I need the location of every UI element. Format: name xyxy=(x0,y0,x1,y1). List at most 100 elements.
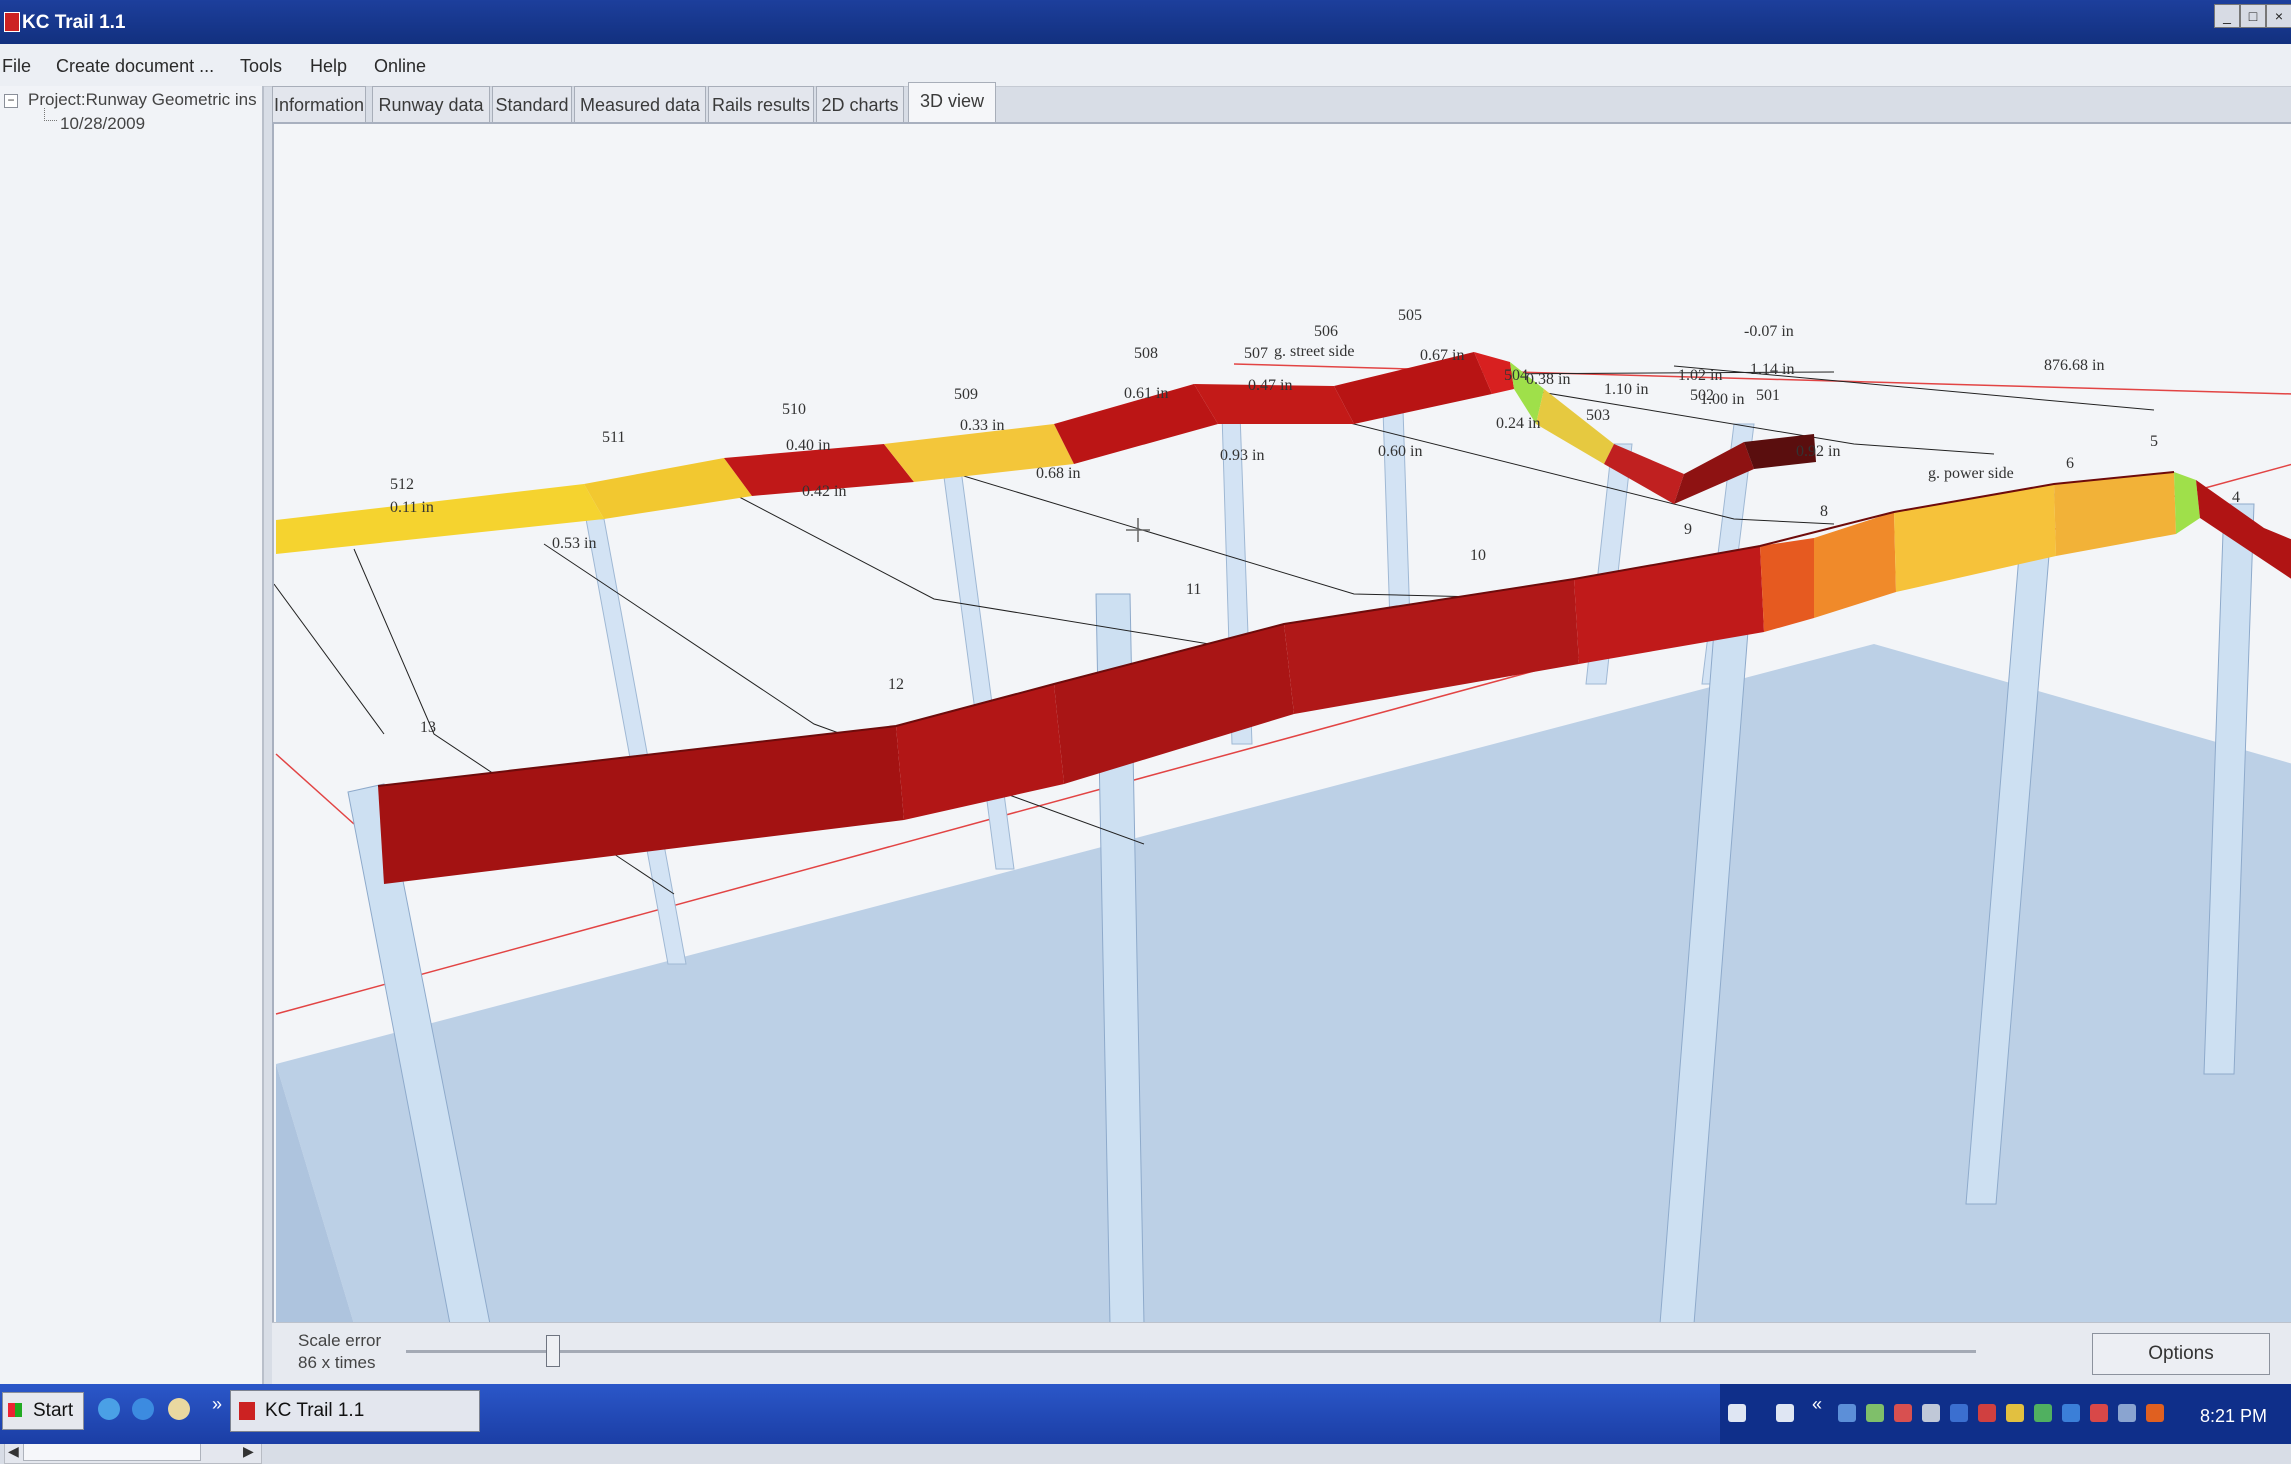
frame-label: 10 xyxy=(1470,547,1486,564)
tree-collapse-toggle[interactable]: − xyxy=(4,94,18,108)
3d-viewport[interactable]: 512 511 510 509 508 507 506 505 504 503 … xyxy=(272,122,2291,1326)
measurement-label: 0.93 in xyxy=(1220,447,1264,464)
runway-3d-scene[interactable]: 512 511 510 509 508 507 506 505 504 503 … xyxy=(274,124,2291,1324)
measurement-label: 0.42 in xyxy=(802,483,846,500)
windows-logo-icon xyxy=(8,1403,22,1417)
frame-label: 503 xyxy=(1586,407,1610,424)
measurement-label: 0.33 in xyxy=(960,417,1004,434)
column-back xyxy=(585,518,687,965)
measurement-label: 0.67 in xyxy=(1420,347,1464,364)
taskbar-item-kc-trail[interactable]: KC Trail 1.1 xyxy=(230,1390,480,1432)
frame-label: 511 xyxy=(602,429,625,446)
tab-strip: Information Runway data Standard Measure… xyxy=(270,82,2291,125)
measurement-label: 0.61 in xyxy=(1124,385,1168,402)
tab-information[interactable]: Information xyxy=(272,86,366,123)
tray-icon[interactable] xyxy=(1978,1404,1996,1422)
window-title: KC Trail 1.1 xyxy=(22,12,126,33)
language-icon[interactable] xyxy=(1776,1404,1794,1422)
measurement-label: 0.11 in xyxy=(390,499,434,516)
volume-icon[interactable] xyxy=(2118,1404,2136,1422)
start-label: Start xyxy=(33,1400,74,1421)
measurement-label: 0.38 in xyxy=(1526,371,1570,388)
quick-launch-icon[interactable] xyxy=(168,1398,190,1420)
scale-slider-track[interactable] xyxy=(406,1350,1976,1353)
frame-label: 512 xyxy=(390,476,414,493)
kc-trail-app-icon xyxy=(239,1402,255,1420)
frame-label: 507 xyxy=(1244,345,1268,362)
tray-icon[interactable] xyxy=(1922,1404,1940,1422)
menu-online[interactable]: Online xyxy=(374,56,426,77)
rail-back xyxy=(276,352,1816,554)
options-button[interactable]: Options xyxy=(2092,1333,2270,1375)
bluetooth-icon[interactable] xyxy=(1950,1404,1968,1422)
measurement-label: 1.02 in xyxy=(1678,367,1722,384)
windows-taskbar: Start » KC Trail 1.1 « 8:21 PM xyxy=(0,1384,2291,1444)
tree-connector xyxy=(44,108,57,121)
measurement-label: 0.24 in xyxy=(1496,415,1540,432)
cursor-icon xyxy=(1126,518,1150,542)
menu-file[interactable]: File xyxy=(2,56,31,77)
show-desktop-icon[interactable] xyxy=(98,1398,120,1420)
tray-icon[interactable] xyxy=(2146,1404,2164,1422)
frame-label: 4 xyxy=(2232,489,2240,506)
help-icon[interactable] xyxy=(1728,1404,1746,1422)
frame-label: 5 xyxy=(2150,433,2158,450)
tray-icon[interactable] xyxy=(1866,1404,1884,1422)
menu-help[interactable]: Help xyxy=(310,56,347,77)
frame-label: 508 xyxy=(1134,345,1158,362)
measurement-label: 0.92 in xyxy=(1796,443,1840,460)
maximize-button[interactable]: □ xyxy=(2240,4,2266,28)
tray-icon[interactable] xyxy=(2090,1404,2108,1422)
menu-tools[interactable]: Tools xyxy=(240,56,282,77)
side-label: g. street side xyxy=(1274,343,1354,360)
tray-icon[interactable] xyxy=(2006,1404,2024,1422)
measurement-label: 0.47 in xyxy=(1248,377,1292,394)
taskbar-item-label: KC Trail 1.1 xyxy=(265,1400,365,1421)
tray-chevron[interactable]: « xyxy=(1812,1394,1822,1415)
menu-create-document[interactable]: Create document ... xyxy=(56,56,214,77)
internet-explorer-icon[interactable] xyxy=(132,1398,154,1420)
tree-project-node[interactable]: Project:Runway Geometric ins xyxy=(28,90,256,110)
title-bar: KC Trail 1.1 _ □ × xyxy=(0,0,2291,44)
measurement-label: 0.40 in xyxy=(786,437,830,454)
scroll-right-arrow-icon[interactable]: ▶ xyxy=(243,1443,254,1460)
project-tree-pane: − Project:Runway Geometric ins 10/28/200… xyxy=(0,86,264,1464)
frame-label: 505 xyxy=(1398,307,1422,324)
measurement-label: -0.07 in xyxy=(1744,323,1794,340)
frame-label: 501 xyxy=(1756,387,1780,404)
scale-slider-thumb[interactable] xyxy=(546,1335,560,1367)
quick-launch-chevron[interactable]: » xyxy=(212,1394,222,1415)
measurement-label: 0.68 in xyxy=(1036,465,1080,482)
tray-icon[interactable] xyxy=(1894,1404,1912,1422)
clock[interactable]: 8:21 PM xyxy=(2200,1406,2267,1427)
scale-error-value: 86 x times xyxy=(298,1353,376,1372)
tab-measured-data[interactable]: Measured data xyxy=(574,86,706,123)
scroll-left-arrow-icon[interactable]: ◀ xyxy=(8,1443,19,1460)
tab-runway-data[interactable]: Runway data xyxy=(372,86,490,123)
measurement-label: 1.10 in xyxy=(1604,381,1648,398)
tab-2d-charts[interactable]: 2D charts xyxy=(816,86,904,123)
measurement-label: 1.14 in xyxy=(1750,361,1794,378)
network-icon[interactable] xyxy=(1838,1404,1856,1422)
measurement-label: 876.68 in xyxy=(2044,357,2104,374)
tree-date-node[interactable]: 10/28/2009 xyxy=(60,114,145,134)
measurement-label: 0.60 in xyxy=(1378,443,1422,460)
tray-icon[interactable] xyxy=(2062,1404,2080,1422)
frame-label: 12 xyxy=(888,676,904,693)
close-button[interactable]: × xyxy=(2266,4,2291,28)
scroll-thumb[interactable] xyxy=(23,1443,201,1461)
system-tray: « 8:21 PM xyxy=(1720,1384,2291,1444)
frame-label: 504 xyxy=(1504,367,1528,384)
app-icon xyxy=(4,12,20,32)
tray-icon[interactable] xyxy=(2034,1404,2052,1422)
tab-rails-results[interactable]: Rails results xyxy=(708,86,814,123)
tab-standard[interactable]: Standard xyxy=(492,86,572,123)
red-guide-line xyxy=(275,753,355,825)
measurement-label: 1.00 in xyxy=(1700,391,1744,408)
scale-control-bar: Scale error 86 x times Options xyxy=(272,1322,2291,1385)
tab-3d-view[interactable]: 3D view xyxy=(908,82,996,125)
start-button[interactable]: Start xyxy=(2,1392,84,1430)
minimize-button[interactable]: _ xyxy=(2214,4,2240,28)
frame-label: 509 xyxy=(954,386,978,403)
scale-error-label: Scale error xyxy=(298,1331,382,1350)
